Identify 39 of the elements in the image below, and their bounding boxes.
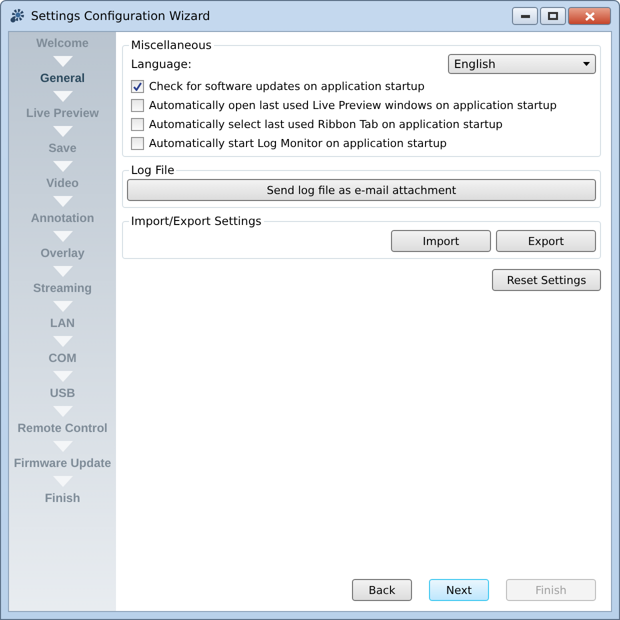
- wizard-step[interactable]: Save: [48, 141, 77, 156]
- wizard-nav-button[interactable]: Back: [352, 579, 412, 601]
- language-dropdown[interactable]: English: [448, 54, 596, 74]
- option-checkbox[interactable]: Automatically select last used Ribbon Tab on application startup: [127, 118, 596, 131]
- close-icon: [584, 12, 594, 20]
- wizard-step[interactable]: USB: [50, 386, 76, 401]
- wizard-step[interactable]: Remote Control: [18, 421, 108, 436]
- caret-icon: [583, 62, 590, 66]
- option-checkbox[interactable]: Check for software updates on application startup: [127, 80, 596, 93]
- wizard-step[interactable]: General: [40, 71, 85, 86]
- wizard-step[interactable]: Overlay: [40, 246, 85, 261]
- wizard-step[interactable]: LAN: [50, 316, 75, 331]
- wizard-step[interactable]: Finish: [44, 491, 80, 506]
- wizard-step[interactable]: Annotation: [30, 211, 94, 226]
- wizard-step[interactable]: Live Preview: [26, 106, 99, 121]
- option-checkbox[interactable]: Automatically start Log Monitor on application startup: [127, 137, 596, 150]
- wizard-nav-button[interactable]: Next: [429, 579, 489, 601]
- send-log-button[interactable]: Send log file as e-mail attachment: [127, 179, 596, 201]
- close-button[interactable]: [568, 7, 611, 25]
- group-title: Log File: [130, 163, 176, 177]
- maximize-button[interactable]: [540, 7, 566, 25]
- window-title: Settings Configuration Wizard: [31, 9, 212, 23]
- wizard-step[interactable]: Welcome: [36, 36, 89, 51]
- group-title: Miscellaneous: [130, 38, 213, 52]
- group-title: Import/Export Settings: [130, 214, 263, 228]
- check-icon: [133, 82, 142, 91]
- wizard-step[interactable]: COM: [48, 351, 76, 366]
- reset-settings-button[interactable]: Reset Settings: [492, 269, 601, 291]
- gear-icon: [9, 8, 25, 24]
- wizard-step[interactable]: Firmware Update: [14, 456, 112, 471]
- wizard-step[interactable]: Video: [46, 176, 79, 191]
- option-checkbox[interactable]: Automatically open last used Live Preview windows on application startup: [127, 99, 596, 112]
- minimize-button[interactable]: [512, 7, 538, 25]
- export-button[interactable]: Export: [496, 230, 596, 252]
- language-label: Language:: [131, 57, 192, 71]
- import-button[interactable]: Import: [391, 230, 491, 252]
- maximize-icon: [548, 12, 558, 20]
- wizard-step[interactable]: Streaming: [33, 281, 92, 296]
- minimize-icon: [520, 14, 530, 18]
